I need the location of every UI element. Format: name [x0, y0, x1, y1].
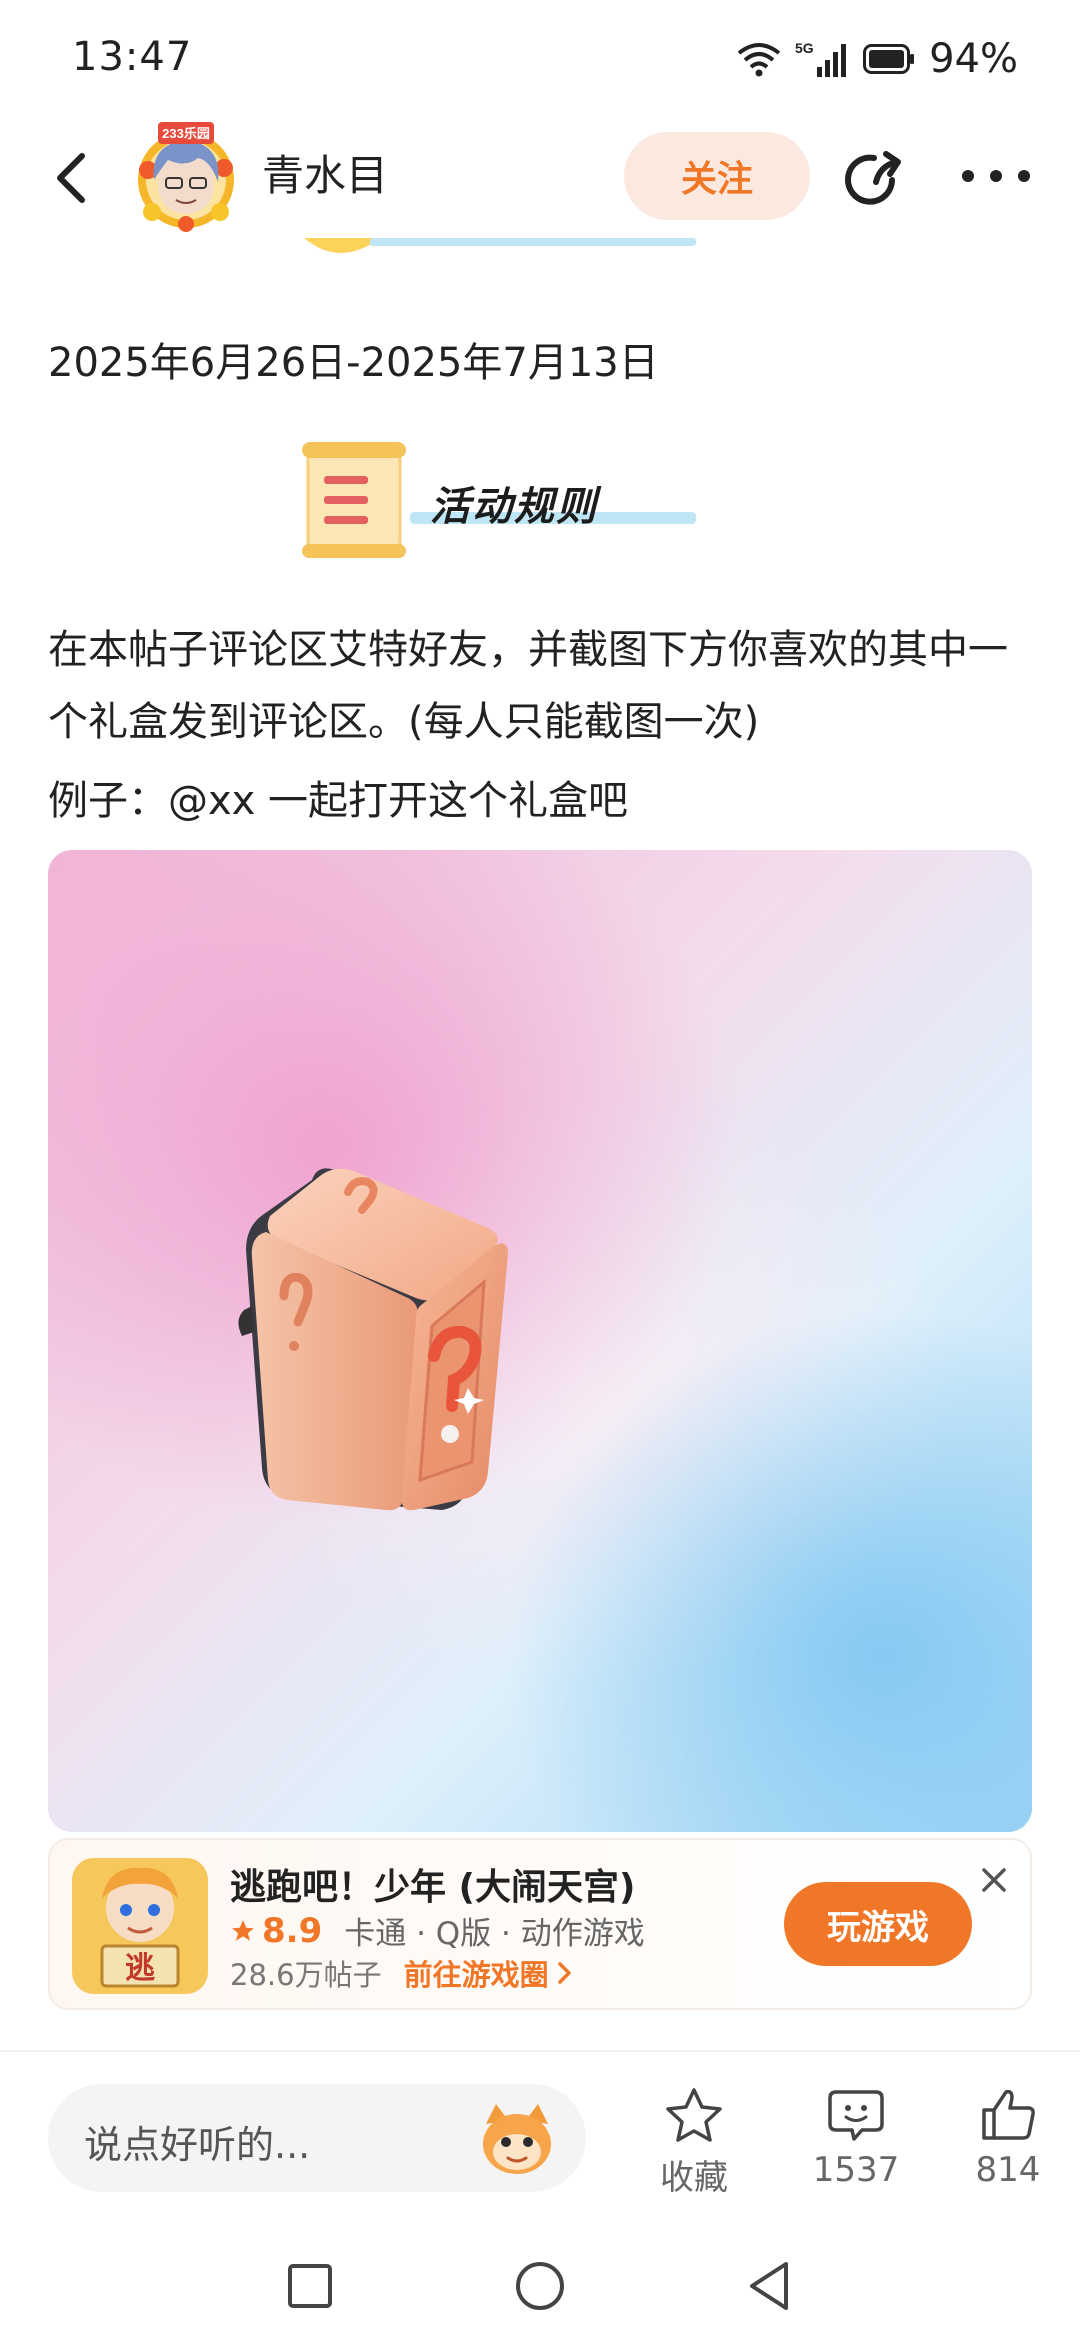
comment-bubble-icon — [828, 2090, 884, 2141]
game-circle-link-label: 前往游戏圈 — [403, 1958, 549, 1992]
game-promo-card[interactable]: 逃 逃跑吧！少年 (大闹天宫) 8.9 卡通 · Q版 · 动作游戏 28.6万… — [48, 1838, 1032, 2010]
more-options-button[interactable] — [962, 164, 1030, 188]
share-icon[interactable] — [842, 146, 906, 210]
game-tags: 卡通 · Q版 · 动作游戏 — [344, 1916, 645, 1952]
avatar[interactable]: 233乐园 — [128, 120, 244, 232]
game-posts-row: 28.6万帖子 前往游戏圈 — [230, 1952, 573, 1994]
status-icons: 5G 94% — [737, 36, 1018, 82]
section-banner-decoration — [304, 238, 696, 253]
game-icon-char: 逃 — [125, 1951, 155, 1986]
battery-percent: 94% — [929, 36, 1018, 82]
mascot-emoji-icon[interactable] — [472, 2094, 562, 2184]
rules-text: 在本帖子评论区艾特好友，并截图下方你喜欢的其中一个礼盒发到评论区。(每人只能截图… — [48, 627, 1008, 745]
bottom-divider — [0, 2050, 1080, 2052]
status-bar: 13:47 5G 94% — [0, 0, 1080, 120]
game-circle-link[interactable]: 前往游戏圈 — [404, 1952, 573, 1994]
star-outline-icon — [666, 2088, 722, 2142]
example-text: 例子：@xx 一起打开这个礼盒吧 — [48, 778, 629, 824]
avatar-badge: 233乐园 — [162, 126, 210, 141]
event-date-range: 2025年6月26日-2025年7月13日 — [48, 340, 659, 386]
dot-icon — [962, 170, 974, 182]
status-time: 13:47 — [72, 34, 193, 80]
wifi-icon — [737, 43, 781, 77]
follow-button[interactable]: 关注 — [624, 132, 810, 220]
game-score: 8.9 — [262, 1910, 323, 1951]
author-name[interactable]: 青水目 — [262, 142, 388, 203]
game-icon[interactable]: 逃 — [72, 1858, 208, 1994]
game-meta: 8.9 卡通 · Q版 · 动作游戏 — [230, 1908, 645, 1953]
battery-icon — [863, 44, 915, 74]
game-post-count: 28.6万帖子 — [230, 1958, 382, 1992]
back-nav-icon[interactable] — [740, 2256, 800, 2316]
mystery-box-icon — [238, 1168, 508, 1511]
close-icon[interactable] — [976, 1862, 1012, 1898]
post-header: 233乐园 青水目 关注 — [0, 120, 1080, 236]
game-title[interactable]: 逃跑吧！少年 (大闹天宫) — [230, 1858, 635, 1910]
recent-apps-icon[interactable] — [280, 2256, 340, 2316]
favorite-button[interactable]: 收藏 — [634, 2086, 754, 2198]
thumbs-up-icon — [982, 2089, 1035, 2140]
gift-box-image[interactable] — [48, 850, 1032, 1832]
system-navigation-bar — [0, 2226, 1080, 2340]
back-button[interactable] — [44, 146, 100, 210]
play-game-button[interactable]: 玩游戏 — [784, 1882, 972, 1966]
like-count: 814 — [975, 2150, 1041, 2190]
home-icon[interactable] — [510, 2256, 570, 2316]
star-icon — [232, 1919, 254, 1941]
dot-icon — [990, 170, 1002, 182]
svg-text:5G: 5G — [795, 40, 814, 56]
comment-input[interactable]: 说点好听的... — [48, 2084, 586, 2192]
comment-count: 1537 — [812, 2150, 900, 2190]
signal-icon: 5G — [795, 40, 847, 77]
comment-count-button[interactable]: 1537 — [796, 2086, 916, 2196]
rules-title: 活动规则 — [430, 484, 598, 530]
favorite-label: 收藏 — [660, 2158, 728, 2198]
dot-icon — [1018, 170, 1030, 182]
like-button[interactable]: 814 — [948, 2086, 1068, 2196]
chevron-right-icon — [557, 1962, 571, 1984]
comment-placeholder: 说点好听的... — [84, 2123, 311, 2167]
